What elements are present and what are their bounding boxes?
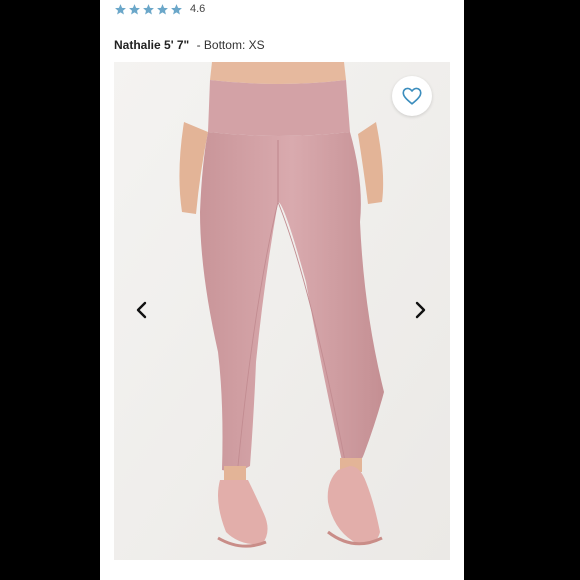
heart-outline-icon [402, 87, 422, 105]
product-image[interactable] [114, 62, 450, 560]
star-icon [143, 3, 154, 14]
rating-value: 4.6 [190, 3, 206, 15]
rating-row: 4.6 [114, 0, 205, 18]
star-icon [171, 3, 182, 14]
chevron-left-icon [136, 301, 147, 319]
star-icon [115, 3, 126, 14]
model-info: Nathalie 5' 7" - Bottom: XS [114, 38, 265, 52]
leggings-photo [114, 62, 450, 560]
rating-stars[interactable] [114, 3, 183, 16]
favorite-button[interactable] [392, 76, 432, 116]
previous-image-button[interactable] [130, 298, 154, 322]
product-page: 4.6 Nathalie 5' 7" - Bottom: XS [100, 0, 464, 580]
star-icon [157, 3, 168, 14]
next-image-button[interactable] [408, 298, 432, 322]
model-name: Nathalie 5' 7" [114, 38, 190, 52]
model-size: - Bottom: XS [196, 38, 265, 52]
chevron-right-icon [415, 301, 426, 319]
star-icon [129, 3, 140, 14]
